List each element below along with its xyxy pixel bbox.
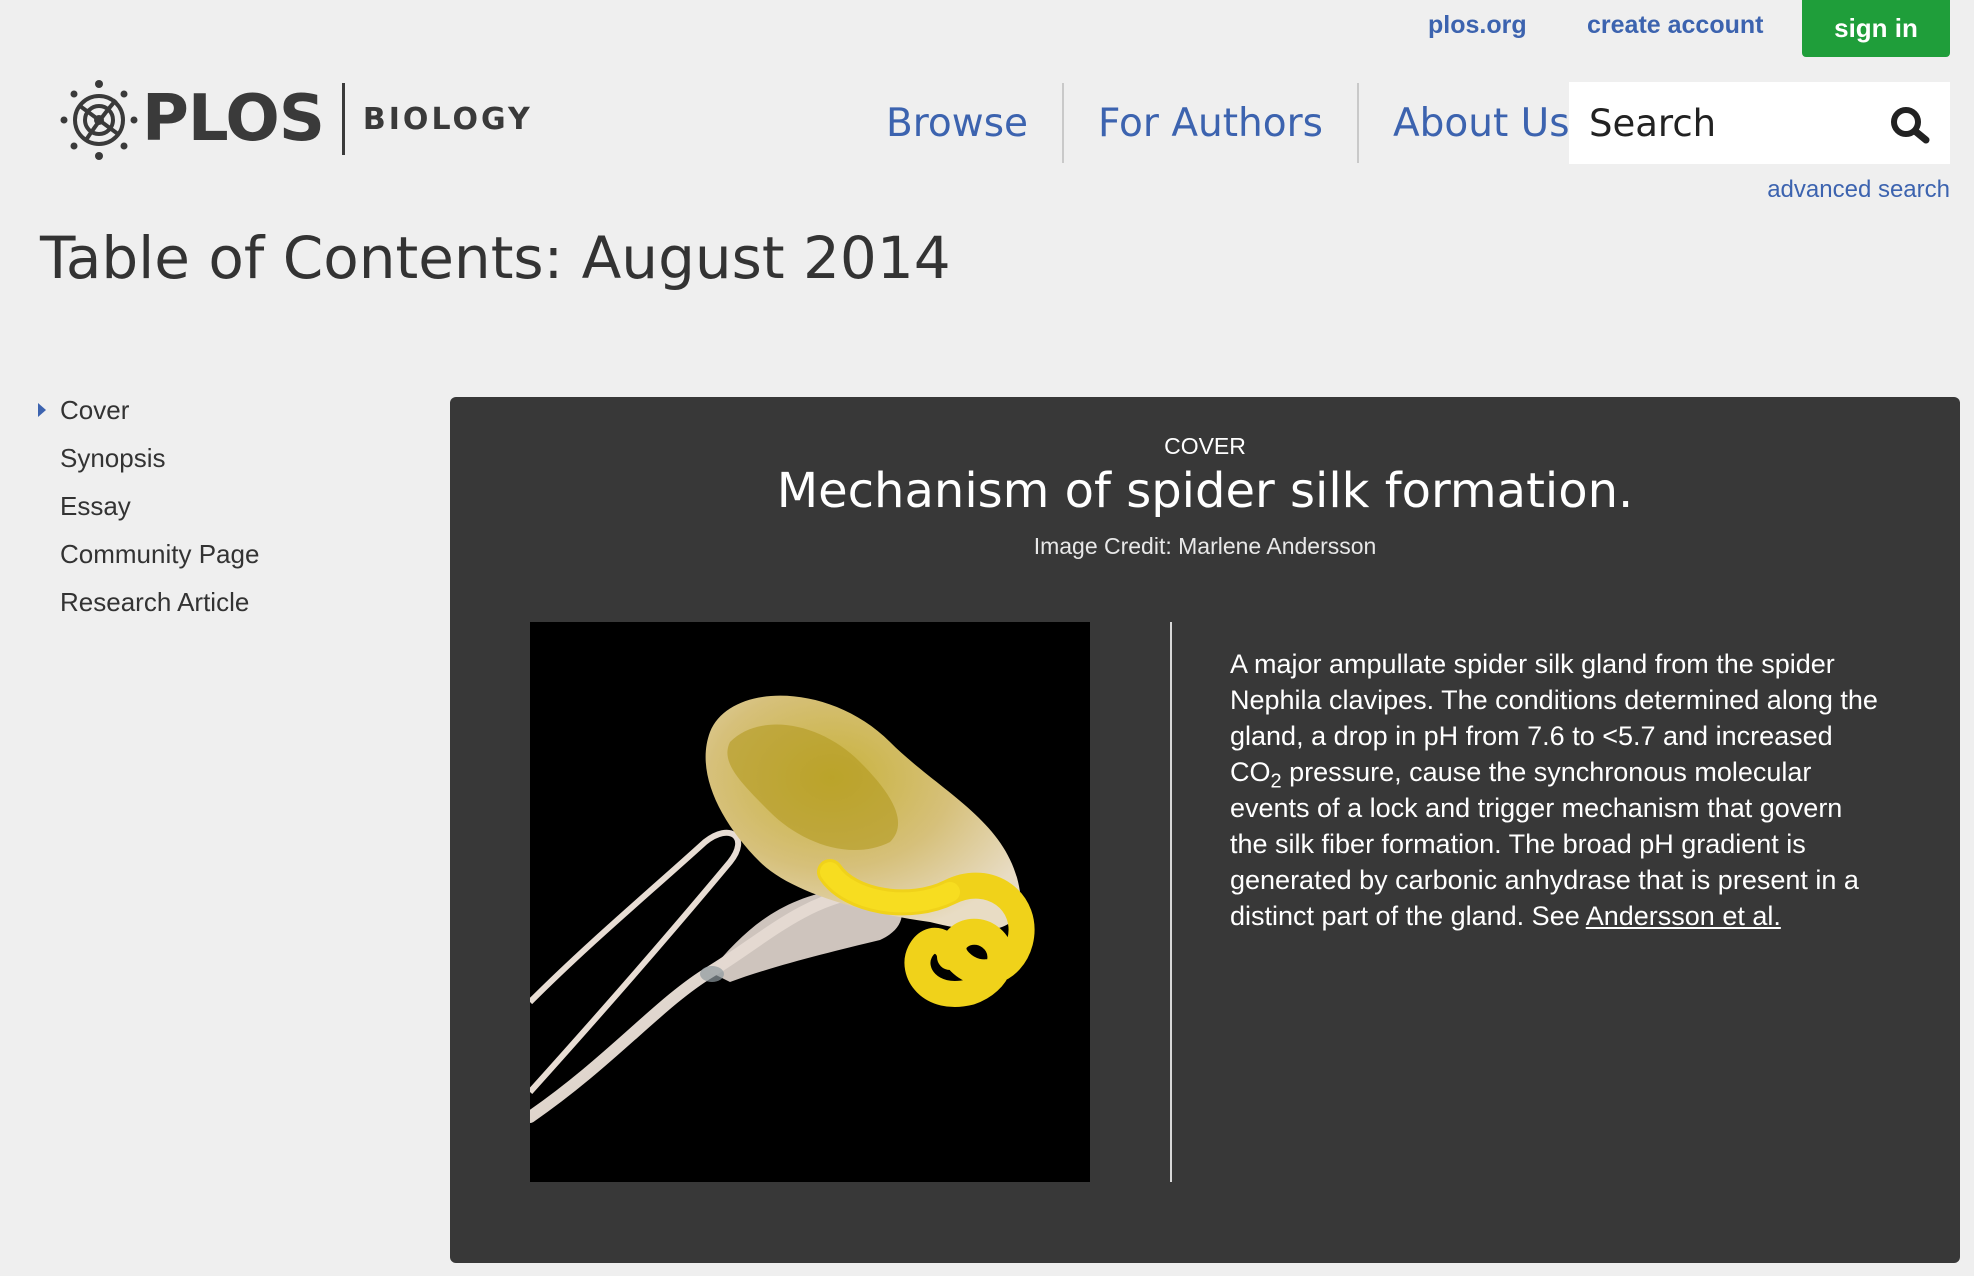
toc-item-essay[interactable]: Essay: [38, 488, 259, 536]
search-box: [1569, 82, 1950, 164]
cover-section-label: COVER: [1164, 433, 1246, 459]
logo-brand-text: PLOS: [142, 82, 325, 156]
cover-panel: COVER Mechanism of spider silk formation…: [450, 397, 1960, 1263]
cover-title: Mechanism of spider silk formation.: [776, 463, 1634, 519]
main-nav: Browse For Authors About Us: [852, 80, 1604, 166]
toc-item-synopsis[interactable]: Synopsis: [38, 440, 259, 488]
logo-divider: [341, 83, 345, 155]
cover-image[interactable]: [524, 622, 1090, 1182]
toc-item-label: Cover: [60, 395, 130, 425]
plos-logo-icon: [60, 80, 138, 160]
page-title: Table of Contents: August 2014: [40, 224, 951, 292]
active-caret-icon: [38, 403, 46, 417]
search-input[interactable]: [1569, 100, 1881, 146]
nav-about-us[interactable]: About Us: [1356, 83, 1604, 163]
toc-item-cover[interactable]: Cover: [38, 392, 259, 440]
toc-item-community-page[interactable]: Community Page: [38, 536, 259, 584]
toc-section-nav: Cover Synopsis Essay Community Page Rese…: [38, 392, 259, 632]
cover-description: A major ampullate spider silk gland from…: [1230, 646, 1880, 934]
cover-divider: [1170, 622, 1172, 1182]
toc-item-research-article[interactable]: Research Article: [38, 584, 259, 632]
plos-biology-logo[interactable]: PLOS BIOLOGY: [58, 76, 533, 162]
image-credit: Image Credit: Marlene Andersson: [1033, 533, 1377, 559]
reference-link[interactable]: Andersson et al.: [1586, 901, 1781, 931]
plos-org-link[interactable]: plos.org: [1428, 10, 1527, 40]
nav-browse[interactable]: Browse: [852, 83, 1062, 163]
spider-silk-gland-illustration: [524, 695, 1035, 1123]
co2-subscript: 2: [1270, 770, 1282, 793]
logo-journal-text: BIOLOGY: [362, 101, 533, 137]
sign-in-button[interactable]: sign in: [1802, 0, 1950, 57]
nav-for-authors[interactable]: For Authors: [1062, 83, 1357, 163]
create-account-link[interactable]: create account: [1587, 10, 1763, 40]
search-icon[interactable]: [1888, 102, 1932, 146]
advanced-search-link[interactable]: advanced search: [1767, 176, 1950, 204]
